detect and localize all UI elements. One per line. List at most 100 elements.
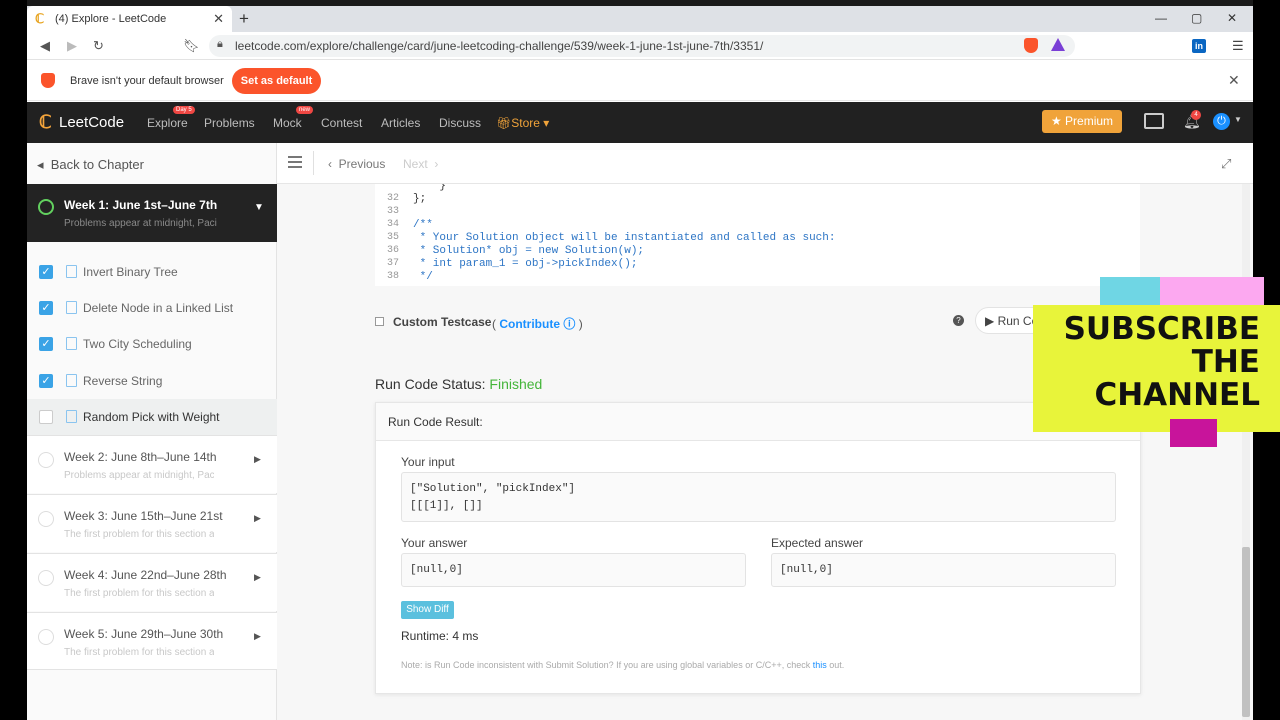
back-arrow-icon[interactable]: ◀ (40, 38, 50, 54)
line-number: 32 (386, 193, 399, 204)
problem-item-current[interactable]: Random Pick with Weight (27, 399, 277, 435)
back-to-chapter-link[interactable]: ◂ Back to Chapter (37, 157, 144, 173)
new-tab-icon[interactable]: + (239, 9, 249, 29)
code-line: 36 * Solution* obj = new Solution(w); (375, 245, 1140, 258)
tab-title: (4) Explore - LeetCode (55, 13, 167, 25)
explore-badge: Day 5 (173, 106, 195, 114)
previous-button[interactable]: ‹ Previous (328, 157, 385, 171)
chapter-sidebar: ◂ Back to Chapter Week 1: June 1st–June … (27, 143, 277, 720)
mock-badge: new (296, 106, 314, 114)
note-prefix: Note: is Run Code inconsistent with Subm… (401, 660, 813, 670)
nav-explore[interactable]: Explore (147, 116, 188, 130)
infobar-close-icon[interactable]: ✕ (1228, 72, 1240, 89)
code-text: * Solution* obj = new Solution(w); (413, 245, 645, 257)
brave-lion-icon (41, 73, 55, 88)
document-icon (66, 265, 77, 278)
user-menu-caret-icon[interactable]: ▼ (1234, 115, 1242, 124)
status-label: Run Code Status: (375, 376, 486, 392)
code-text: * int param_1 = obj->pickIndex(); (413, 258, 638, 270)
code-fragment: } (413, 184, 447, 192)
leetcode-favicon-icon: ℂ (35, 11, 45, 26)
week-title: Week 3: June 15th–June 21st (64, 509, 223, 523)
playground-icon[interactable] (1144, 113, 1164, 129)
caret-right-icon: ▶ (254, 454, 261, 464)
reload-icon[interactable]: ↻ (93, 38, 104, 54)
week-title: Week 1: June 1st–June 7th (64, 198, 218, 212)
browser-menu-icon[interactable]: ☰ (1232, 38, 1244, 54)
leetcode-logo[interactable]: ℂ LeetCode (39, 112, 124, 132)
code-text: */ (413, 271, 433, 283)
code-text: * Your Solution object will be instantia… (413, 232, 836, 244)
week-item[interactable]: Week 5: June 29th–June 30th The first pr… (27, 612, 277, 670)
minimize-icon[interactable]: — (1155, 11, 1167, 25)
overlay-magenta-block (1170, 419, 1217, 447)
nav-discuss[interactable]: Discuss (439, 116, 481, 130)
contribute-label: Contribute (499, 317, 560, 331)
address-bar: ◀ ▶ ↻ 🔖︎ 🔒︎ leetcode.com/explore/challen… (27, 32, 1253, 60)
nav-mock[interactable]: Mock (273, 116, 302, 130)
nav-store[interactable]: 🎁︎Store ▾ (496, 116, 549, 130)
store-label: Store (511, 116, 540, 130)
brave-shields-icon[interactable] (1024, 38, 1038, 53)
problem-label: Invert Binary Tree (83, 265, 178, 279)
subscribe-line-2: THE (1191, 344, 1260, 380)
checkbox-unchecked-icon (39, 410, 53, 424)
leetcode-logo-icon: ℂ (39, 112, 52, 132)
forward-arrow-icon[interactable]: ▶ (67, 38, 77, 54)
nav-contest[interactable]: Contest (321, 116, 362, 130)
custom-testcase-checkbox[interactable] (375, 317, 384, 326)
problem-item[interactable]: ✓ Invert Binary Tree (27, 254, 277, 290)
problem-item[interactable]: ✓ Delete Node in a Linked List (27, 290, 277, 326)
browser-tab[interactable]: ℂ (4) Explore - LeetCode ✕ (27, 6, 232, 32)
bookmark-icon[interactable]: 🔖︎ (183, 38, 200, 54)
scrollbar-thumb[interactable] (1242, 547, 1250, 717)
note-text: Note: is Run Code inconsistent with Subm… (401, 660, 844, 670)
problem-item[interactable]: ✓ Reverse String (27, 363, 277, 399)
week-subtitle: The first problem for this section a (64, 529, 214, 540)
your-answer-box: [null,0] (401, 553, 746, 587)
progress-circle-icon (38, 452, 54, 468)
document-icon (66, 374, 77, 387)
caret-right-icon: ▶ (254, 572, 261, 582)
code-line: 33 (375, 206, 1140, 219)
run-code-result-card: Run Code Result: Your input ["Solution",… (375, 402, 1141, 694)
line-number: 35 (386, 232, 399, 243)
subscribe-line-3: CHANNEL (1094, 377, 1260, 413)
nav-articles[interactable]: Articles (381, 116, 420, 130)
week-subtitle: The first problem for this section a (64, 647, 214, 658)
maximize-icon[interactable]: ▢ (1191, 11, 1202, 25)
week-title: Week 4: June 22nd–June 28th (64, 568, 227, 582)
contribute-link[interactable]: ( Contribute ⓘ ) (492, 315, 583, 332)
week-item[interactable]: Week 3: June 15th–June 21st The first pr… (27, 494, 277, 552)
document-icon (66, 301, 77, 314)
linkedin-extension-icon[interactable]: in (1192, 39, 1206, 53)
line-number: 37 (386, 258, 399, 269)
problem-label: Delete Node in a Linked List (83, 301, 234, 315)
help-icon[interactable]: ? (953, 315, 964, 326)
show-diff-button[interactable]: Show Diff (401, 601, 454, 619)
tab-close-icon[interactable]: ✕ (213, 11, 224, 27)
line-number: 36 (386, 245, 399, 256)
week-1-header[interactable]: Week 1: June 1st–June 7th Problems appea… (27, 184, 277, 242)
week-item[interactable]: Week 2: June 8th–June 14th Problems appe… (27, 435, 277, 493)
code-editor[interactable]: } 32}; 33 34 /** 35 * Your Solution objec… (375, 184, 1140, 286)
nav-problems[interactable]: Problems (204, 116, 255, 130)
week-item[interactable]: Week 4: June 22nd–June 28th The first pr… (27, 553, 277, 611)
window-close-icon[interactable]: ✕ (1227, 11, 1237, 25)
expected-answer-box: [null,0] (771, 553, 1116, 587)
user-avatar-icon[interactable]: ⏻ (1213, 113, 1230, 130)
caret-right-icon: ▶ (254, 631, 261, 641)
hamburger-menu-icon[interactable] (288, 156, 302, 168)
expand-icon[interactable]: ⤢ (1221, 156, 1231, 172)
problem-item[interactable]: ✓ Two City Scheduling (27, 326, 277, 362)
result-card-title: Run Code Result: (388, 415, 483, 429)
caret-down-icon: ▼ (254, 202, 264, 213)
note-link[interactable]: this (813, 660, 827, 670)
premium-button[interactable]: ★ Premium (1042, 110, 1122, 133)
next-button[interactable]: Next › (403, 157, 438, 171)
expected-answer-label: Expected answer (771, 536, 864, 550)
premium-label: Premium (1065, 114, 1114, 128)
brave-rewards-icon[interactable] (1051, 38, 1065, 51)
set-default-button[interactable]: Set as default (232, 68, 321, 94)
notification-count: 4 (1191, 110, 1201, 120)
